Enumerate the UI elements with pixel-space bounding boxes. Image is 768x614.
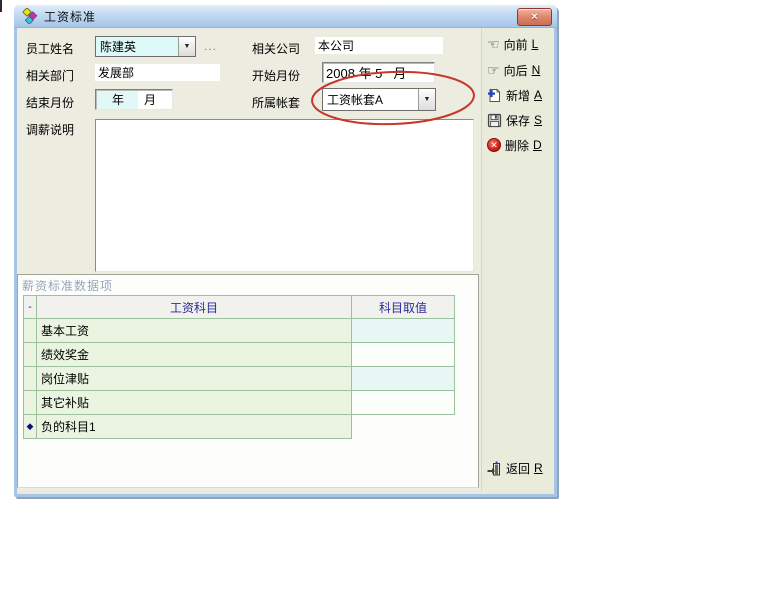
floppy-disk-icon: [487, 113, 502, 128]
row-marker-cell: [24, 319, 37, 343]
end-month-label: 结束月份: [26, 94, 74, 111]
chevron-down-icon[interactable]: ▼: [418, 89, 435, 110]
end-month-field[interactable]: 年 月: [95, 89, 173, 110]
delete-icon: ✕: [487, 138, 501, 152]
window-title: 工资标准: [44, 8, 96, 25]
titlebar[interactable]: 工资标准 ×: [14, 5, 557, 28]
sidebar: ☜ 向前 L ☞ 向后 N 新增 A: [481, 28, 554, 491]
salary-items-table: - 工资科目 科目取值 基本工资 绩效奖金: [23, 295, 455, 439]
new-page-icon: [487, 88, 502, 103]
section-label: 薪资标准数据项: [22, 277, 113, 294]
subject-cell[interactable]: 基本工资: [37, 319, 352, 343]
related-department-field[interactable]: 发展部: [95, 64, 220, 81]
next-button[interactable]: ☞ 向后 N: [487, 61, 540, 79]
salary-standard-window: 工资标准 × 员工姓名 陈建英 ▼ ... 相关公司 本公司 相关部门 发展部 …: [14, 5, 557, 497]
start-month-field[interactable]: 2008 年 5 月: [322, 62, 435, 83]
row-marker-cell: [24, 367, 37, 391]
screen-edge-artifact: [0, 0, 2, 12]
screen: 工资标准 × 员工姓名 陈建英 ▼ ... 相关公司 本公司 相关部门 发展部 …: [0, 0, 768, 614]
table-row[interactable]: ◆ 负的科目1: [24, 415, 455, 439]
employee-browse-button[interactable]: ...: [204, 39, 217, 53]
account-set-label: 所属帐套: [252, 94, 300, 111]
app-icon: [22, 8, 38, 24]
employee-name-combobox[interactable]: 陈建英 ▼: [95, 36, 196, 57]
row-marker-cell: [24, 391, 37, 415]
related-company-label: 相关公司: [252, 40, 300, 57]
column-header-subject[interactable]: 工资科目: [37, 296, 352, 319]
employee-name-label: 员工姓名: [26, 40, 74, 57]
current-row-marker-icon: ◆: [24, 415, 37, 439]
value-cell[interactable]: [352, 343, 455, 367]
start-month-label: 开始月份: [252, 67, 300, 84]
column-header-value[interactable]: 科目取值: [352, 296, 455, 319]
table-row[interactable]: 绩效奖金: [24, 343, 455, 367]
subject-cell[interactable]: 岗位津贴: [37, 367, 352, 391]
value-cell[interactable]: [352, 391, 455, 415]
row-marker-cell: [24, 343, 37, 367]
account-set-value: 工资帐套A: [323, 89, 418, 110]
value-cell[interactable]: [352, 415, 455, 439]
related-company-field[interactable]: 本公司: [315, 37, 443, 54]
save-button[interactable]: 保存 S: [487, 111, 542, 129]
delete-button[interactable]: ✕ 删除 D: [487, 136, 542, 154]
subject-cell[interactable]: 绩效奖金: [37, 343, 352, 367]
exit-door-icon: [487, 461, 502, 476]
subject-cell[interactable]: 负的科目1: [37, 415, 352, 439]
client-area: 员工姓名 陈建英 ▼ ... 相关公司 本公司 相关部门 发展部 开始月份 20…: [17, 28, 554, 491]
value-cell[interactable]: [352, 367, 455, 391]
table-row[interactable]: 岗位津贴: [24, 367, 455, 391]
subject-cell[interactable]: 其它补贴: [37, 391, 352, 415]
salary-items-panel: 薪资标准数据项 - 工资科目 科目取值 基本工资 绩: [17, 274, 479, 488]
return-button[interactable]: 返回 R: [487, 459, 543, 477]
chevron-down-icon[interactable]: ▼: [178, 37, 195, 56]
corner-cell: -: [24, 296, 37, 319]
adjust-note-label: 调薪说明: [26, 121, 74, 138]
employee-name-value: 陈建英: [96, 37, 178, 56]
hand-right-icon: ☞: [487, 63, 500, 77]
table-row[interactable]: 基本工资: [24, 319, 455, 343]
table-header-row: - 工资科目 科目取值: [24, 296, 455, 319]
add-button[interactable]: 新增 A: [487, 86, 542, 104]
prev-button[interactable]: ☜ 向前 L: [487, 35, 538, 53]
close-icon: ×: [531, 11, 537, 23]
related-department-label: 相关部门: [26, 67, 74, 84]
value-cell[interactable]: [352, 319, 455, 343]
account-set-combobox[interactable]: 工资帐套A ▼: [322, 88, 436, 111]
adjust-note-textarea[interactable]: [95, 119, 474, 272]
close-button[interactable]: ×: [517, 8, 552, 26]
table-row[interactable]: 其它补贴: [24, 391, 455, 415]
hand-left-icon: ☜: [487, 37, 500, 51]
